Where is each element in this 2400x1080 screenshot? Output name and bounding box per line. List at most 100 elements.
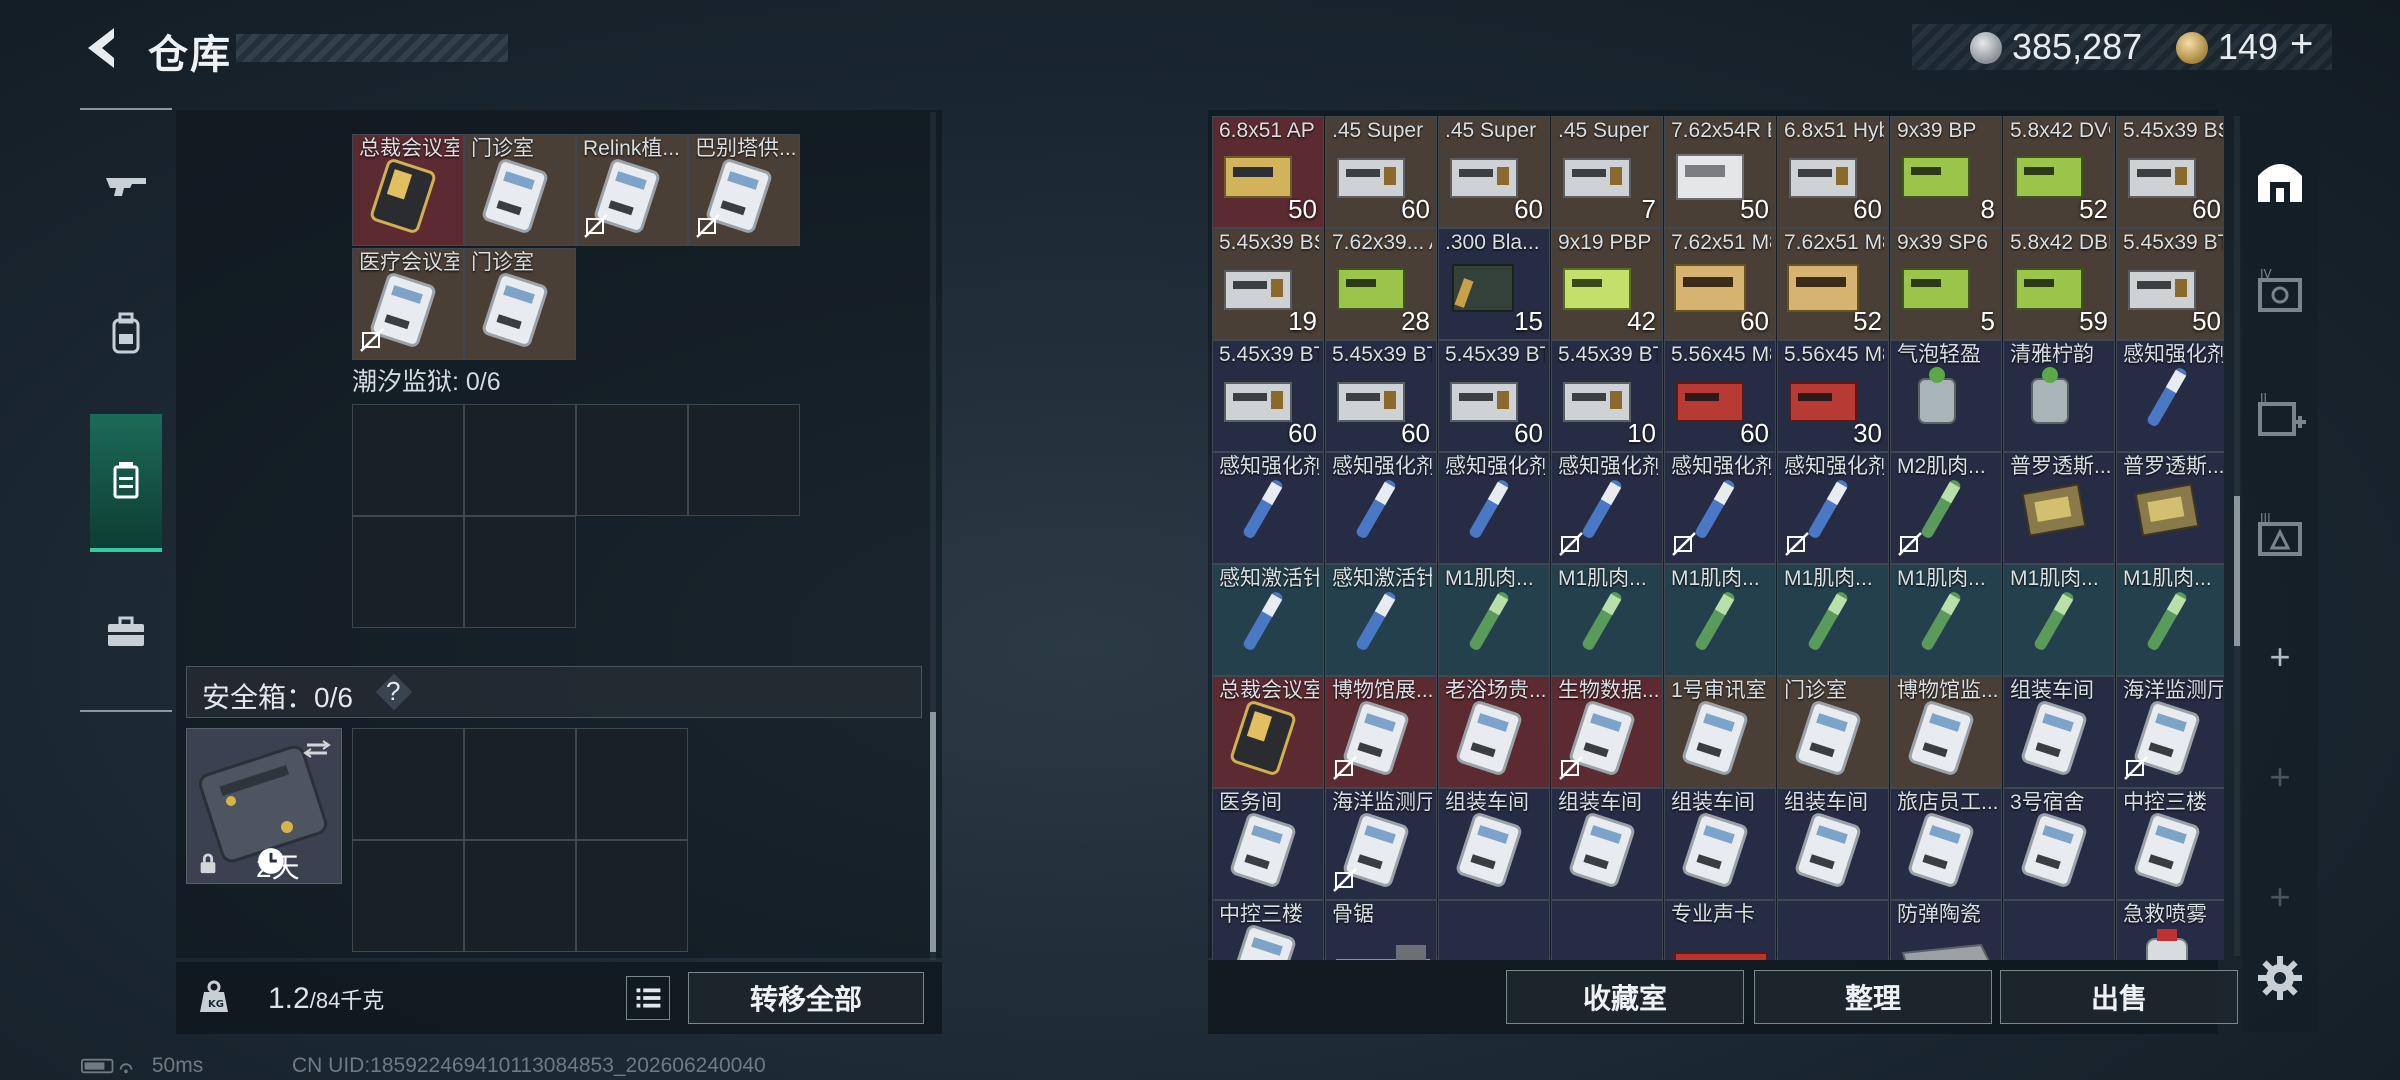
warehouse-item[interactable]: 7.62x51 M80 52	[1777, 228, 1889, 340]
right-scrollbar[interactable]	[2234, 116, 2240, 956]
warehouse-item[interactable]: M1肌肉...	[1551, 564, 1663, 676]
empty-slot[interactable]	[352, 728, 464, 840]
organize-button[interactable]: 整理	[1754, 970, 1992, 1024]
scroll-thumb[interactable]	[2234, 496, 2240, 646]
warehouse-item[interactable]: 门诊室	[1777, 676, 1889, 788]
warehouse-item[interactable]: 医务间	[1212, 788, 1324, 900]
empty-slot[interactable]	[352, 840, 464, 952]
warehouse-item[interactable]: 海洋监测厅	[1325, 788, 1437, 900]
warehouse-item[interactable]: 5.56x45 M855A1 60	[1664, 340, 1776, 452]
add-currency-button[interactable]: +	[2290, 22, 2313, 67]
warehouse-item[interactable]: 感知强化剂	[1212, 452, 1324, 564]
warehouse-item[interactable]: 组装车间	[1777, 788, 1889, 900]
empty-slot[interactable]	[576, 404, 688, 516]
warehouse-item[interactable]: 5.56x45 M855A1 30	[1777, 340, 1889, 452]
container-item[interactable]: Relink植...	[576, 134, 688, 246]
warehouse-item[interactable]: 感知强化剂	[1551, 452, 1663, 564]
warehouse-item[interactable]: 5.45x39 BT ST 50	[2116, 228, 2224, 340]
container-item[interactable]: 门诊室	[464, 248, 576, 360]
container-item[interactable]: 巴别塔供...	[688, 134, 800, 246]
storage-tab-main[interactable]	[2250, 150, 2310, 210]
warehouse-item[interactable]: 感知激活针	[1325, 564, 1437, 676]
warehouse-item[interactable]: .45 Super 60	[1325, 116, 1437, 228]
warehouse-item[interactable]: 5.45x39 BT+P 60	[1212, 340, 1324, 452]
warehouse-item[interactable]: M1肌肉...	[2003, 564, 2115, 676]
warehouse-item[interactable]: 感知强化剂	[1325, 452, 1437, 564]
warehouse-item[interactable]: 7.62x54R BT 50	[1664, 116, 1776, 228]
warehouse-item[interactable]: 组装车间	[2003, 676, 2115, 788]
add-storage-tab-button[interactable]: +	[2258, 636, 2302, 680]
warehouse-item[interactable]: M1肌肉...	[1664, 564, 1776, 676]
warehouse-item[interactable]: 博物馆监...	[1890, 676, 2002, 788]
warehouse-item[interactable]	[1551, 900, 1663, 960]
warehouse-item[interactable]: 急救喷雾	[2116, 900, 2224, 960]
warehouse-item[interactable]: M1肌肉...	[2116, 564, 2224, 676]
empty-slot[interactable]	[576, 728, 688, 840]
warehouse-item[interactable]: 骨锯	[1325, 900, 1437, 960]
warehouse-item[interactable]: 气泡轻盈	[1890, 340, 2002, 452]
warehouse-item[interactable]: 1号审讯室	[1664, 676, 1776, 788]
left-scrollbar[interactable]	[930, 112, 936, 960]
warehouse-item[interactable]: 5.45x39 BT+P 60	[1325, 340, 1437, 452]
back-button[interactable]	[74, 20, 130, 76]
warehouse-item[interactable]: 普罗透斯...	[2003, 452, 2115, 564]
warehouse-item[interactable]: 感知强化剂	[2116, 340, 2224, 452]
warehouse-item[interactable]: 5.45x39 BS 19	[1212, 228, 1324, 340]
warehouse-item[interactable]: 普罗透斯...	[2116, 452, 2224, 564]
warehouse-item[interactable]: 博物馆展...	[1325, 676, 1437, 788]
warehouse-item[interactable]: 5.45x39 BS 60	[2116, 116, 2224, 228]
transfer-all-button[interactable]: 转移全部	[688, 972, 924, 1024]
warehouse-item[interactable]: .300 Bla... BCP SUB 15	[1438, 228, 1550, 340]
empty-slot[interactable]	[464, 728, 576, 840]
warehouse-item[interactable]: 防弹陶瓷	[1890, 900, 2002, 960]
warehouse-item[interactable]: M1肌肉...	[1777, 564, 1889, 676]
warehouse-item[interactable]: 5.45x39 BT+P 10	[1551, 340, 1663, 452]
empty-slot[interactable]	[352, 404, 464, 516]
warehouse-item[interactable]: 6.8x51 Hybrid 60	[1777, 116, 1889, 228]
warehouse-item[interactable]: 3号宿舍	[2003, 788, 2115, 900]
storage-tab-3[interactable]: III	[2250, 506, 2310, 566]
warehouse-item[interactable]: 感知强化剂	[1664, 452, 1776, 564]
warehouse-item[interactable]: 总裁会议室	[1212, 676, 1324, 788]
warehouse-item[interactable]: 组装车间	[1438, 788, 1550, 900]
nav-backpack[interactable]	[90, 290, 162, 378]
storage-tab-4[interactable]: IV	[2250, 262, 2310, 322]
scroll-thumb[interactable]	[930, 712, 936, 952]
warehouse-item[interactable]: 5.45x39 BT+P 60	[1438, 340, 1550, 452]
container-item[interactable]: 总裁会议室	[352, 134, 464, 246]
nav-weapons[interactable]	[90, 144, 162, 232]
empty-slot[interactable]	[688, 404, 800, 516]
warehouse-item[interactable]: .45 Super 60	[1438, 116, 1550, 228]
nav-toolbox[interactable]	[90, 588, 162, 676]
warehouse-item[interactable]: 感知强化剂	[1777, 452, 1889, 564]
warehouse-item[interactable]: M1肌肉...	[1438, 564, 1550, 676]
warehouse-item[interactable]: 海洋监测厅	[2116, 676, 2224, 788]
warehouse-item[interactable]: .45 Super 7	[1551, 116, 1663, 228]
container-item[interactable]: 医疗会议室	[352, 248, 464, 360]
empty-slot[interactable]	[576, 840, 688, 952]
warehouse-item[interactable]: M2肌肉...	[1890, 452, 2002, 564]
warehouse-item[interactable]: 老浴场贵...	[1438, 676, 1550, 788]
warehouse-item[interactable]: 生物数据...	[1551, 676, 1663, 788]
warehouse-item[interactable]: 感知激活针	[1212, 564, 1324, 676]
help-button[interactable]: ?	[386, 676, 400, 707]
warehouse-item[interactable]	[1777, 900, 1889, 960]
warehouse-item[interactable]: 5.8x42 DBP10 59	[2003, 228, 2115, 340]
storage-tab-2[interactable]: II	[2250, 386, 2310, 446]
nav-storage[interactable]	[90, 414, 162, 552]
warehouse-item[interactable]: 中控三楼	[1212, 900, 1324, 960]
list-view-button[interactable]	[626, 976, 670, 1020]
container-item[interactable]: 门诊室	[464, 134, 576, 246]
sell-button[interactable]: 出售	[2000, 970, 2238, 1024]
empty-slot[interactable]	[464, 404, 576, 516]
warehouse-item[interactable]	[2003, 900, 2115, 960]
warehouse-item[interactable]: 7.62x39... AP SUB 28	[1325, 228, 1437, 340]
warehouse-item[interactable]: 旅店员工...	[1890, 788, 2002, 900]
warehouse-item[interactable]: 7.62x51 M80 60	[1664, 228, 1776, 340]
warehouse-item[interactable]: 9x39 BP 8	[1890, 116, 2002, 228]
warehouse-item[interactable]: 专业声卡	[1664, 900, 1776, 960]
empty-slot[interactable]	[352, 516, 464, 628]
warehouse-item[interactable]: 感知强化剂	[1438, 452, 1550, 564]
warehouse-item[interactable]: 组装车间	[1551, 788, 1663, 900]
warehouse-item[interactable]: 清雅柠韵	[2003, 340, 2115, 452]
